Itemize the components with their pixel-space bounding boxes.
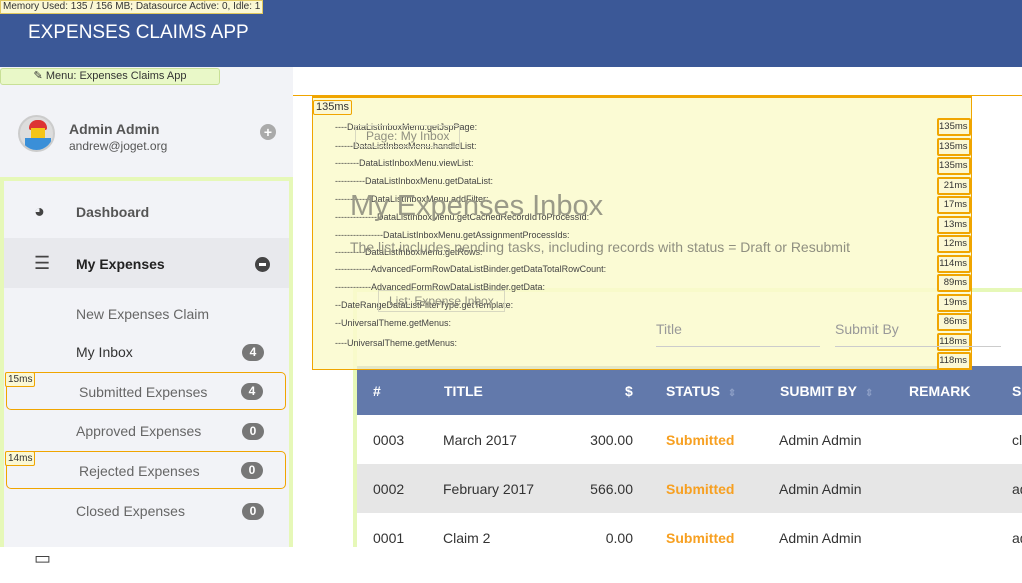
trace-label: --UniversalTheme.getMenus: [335,318,452,328]
expenses-table: # TITLE $ STATUS ⇕ SUBMIT BY ⇕ REMARK S 00… [357,366,1022,562]
trace-timing: 118ms [937,352,971,370]
cell-submit-by: Admin Admin [779,530,862,546]
col-submit-by[interactable]: SUBMIT BY ⇕ [780,383,873,399]
status-badge: Submitted [666,432,735,448]
page-description: The list includes pending tasks, includi… [350,239,850,255]
list-edit-tag[interactable]: List: Expense Inbox [378,290,505,312]
cell-amount: 0.00 [605,530,633,546]
label: My Inbox [76,344,133,360]
trace-timing: 13ms [937,215,971,234]
title-filter-input[interactable]: Title [656,315,820,347]
trace-label: ----UniversalTheme.getMenus: [335,338,458,348]
status-badge: Submitted [666,481,735,497]
trace-label: ------------AdvancedFormRowDataListBinde… [335,264,607,274]
col-status[interactable]: STATUS ⇕ [666,383,736,399]
trace-timing: 19ms [937,293,971,312]
cell-title: March 2017 [443,432,517,448]
table-row[interactable]: 0001 Claim 2 0.00 Submitted Admin Admin … [357,513,1022,562]
trace-timing: 114ms [937,254,971,273]
col-remark[interactable]: REMARK [909,383,970,399]
list-icon: ▭ [34,548,52,568]
cell-next: ad [1012,481,1022,497]
cell-number: 0001 [373,530,405,546]
trace-timing: 89ms [937,274,971,292]
list-icon: ☰ [34,253,51,273]
cell-title: February 2017 [443,481,535,497]
trace-timing: 135ms [937,157,971,175]
sort-icon[interactable]: ⇕ [728,388,736,399]
table-header: # TITLE $ STATUS ⇕ SUBMIT BY ⇕ REMARK S [357,366,1022,415]
trace-timing: 135ms [937,137,971,156]
trace-label: ----------DataListInboxMenu.getDataList: [335,176,494,186]
trace-label: --------DataListInboxMenu.viewList: [335,158,474,168]
user-email: andrew@joget.org [69,139,168,153]
avatar [18,115,55,152]
count-badge: 4 [241,383,263,400]
trace-timing: 17ms [937,196,971,214]
table-row[interactable]: 0003 March 2017 300.00 Submitted Admin A… [357,415,1022,464]
sidebar-nav: ◕ Dashboard ☰ My Expenses New Expenses C… [0,177,293,568]
count-badge: 0 [241,462,263,479]
cell-submit-by: Admin Admin [779,432,862,448]
plus-icon[interactable]: + [260,124,276,140]
page-edit-tag[interactable]: Page: My Inbox [355,125,461,147]
col-next[interactable]: S [1012,383,1021,399]
trace-timing: 12ms [937,235,971,253]
cell-submit-by: Admin Admin [779,481,862,497]
total-timing: 135ms [313,100,353,115]
label: Rejected Expenses [79,463,200,479]
col-amount[interactable]: $ [625,383,633,399]
sidebar-item-closed-expenses[interactable]: Closed Expenses 0 [4,493,289,529]
dashboard-icon: ◕ [34,201,45,221]
submit-by-filter-input[interactable]: Submit By [835,315,1001,347]
status-badge: Submitted [666,530,735,546]
sidebar-item-rejected-expenses[interactable]: Rejected Expenses 0 [6,451,286,489]
collapse-icon[interactable] [255,257,270,272]
page-title: My Expenses Inbox [350,190,604,222]
count-badge: 4 [242,344,264,361]
sidebar-item-dashboard[interactable]: ◕ Dashboard [4,186,289,236]
sidebar-item-label: Dashboard [76,204,150,220]
count-badge: 0 [242,423,264,440]
menu-edit-tag[interactable]: ✎ Menu: Expenses Claims App [0,68,220,85]
cell-next: ad [1012,530,1022,546]
label: Submitted Expenses [79,384,208,400]
table-row[interactable]: 0002 February 2017 566.00 Submitted Admi… [357,464,1022,513]
sidebar-item-my-inbox[interactable]: My Inbox 4 [4,334,289,370]
col-title[interactable]: TITLE [444,383,483,399]
col-label: SUBMIT BY [780,383,857,399]
label: Closed Expenses [76,503,185,519]
sidebar-item-label: My Expenses [76,256,165,272]
cell-title: Claim 2 [443,530,491,546]
sidebar-item-approved-expenses[interactable]: Approved Expenses 0 [4,413,289,449]
timing-badge: 15ms [5,372,36,387]
col-label: STATUS [666,383,720,399]
cell-number: 0002 [373,481,405,497]
label: New Expenses Claim [76,306,210,322]
sort-icon[interactable]: ⇕ [865,388,873,399]
cell-number: 0003 [373,432,405,448]
cell-next: cl [1012,432,1022,448]
label: Approved Expenses [76,423,202,439]
trace-timing: 135ms [937,118,971,136]
sidebar-item-next[interactable]: ▭ [4,533,289,583]
memory-debug: Memory Used: 135 / 156 MB; Datasource Ac… [0,0,264,14]
app-title[interactable]: EXPENSES CLAIMS APP [28,22,249,44]
user-name: Admin Admin [69,121,160,137]
timing-badge: 14ms [5,451,36,466]
sidebar-item-submitted-expenses[interactable]: Submitted Expenses 4 [6,372,286,410]
count-badge: 0 [242,503,264,520]
trace-timing: 21ms [937,176,971,195]
cell-amount: 566.00 [590,481,633,497]
sidebar-item-new-expenses-claim[interactable]: New Expenses Claim [4,296,289,332]
sidebar-item-my-expenses[interactable]: ☰ My Expenses [4,238,289,288]
col-number[interactable]: # [373,383,381,399]
cell-amount: 300.00 [590,432,633,448]
